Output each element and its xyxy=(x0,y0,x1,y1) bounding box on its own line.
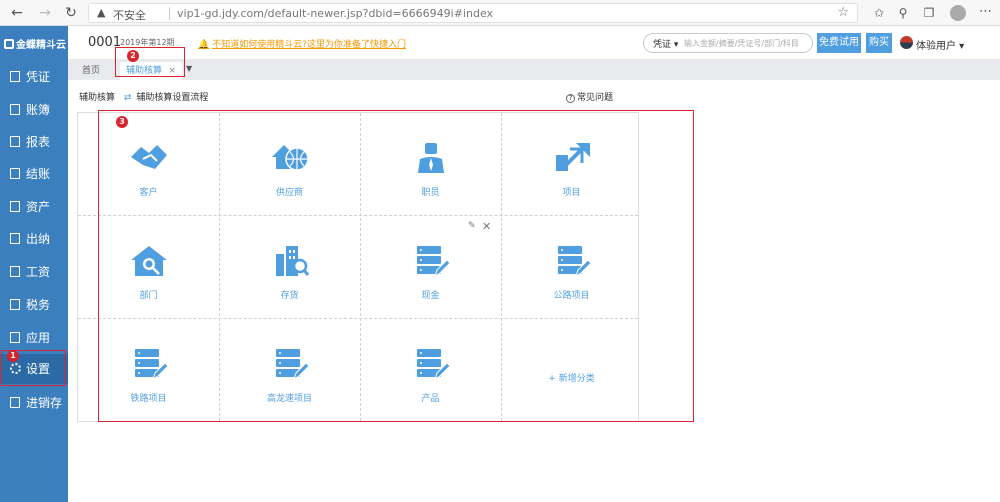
inventory-icon xyxy=(10,397,20,408)
warning-icon: ▲ xyxy=(97,6,106,19)
flowchart-icon: ⇄ xyxy=(123,93,132,103)
voucher-icon xyxy=(10,71,20,82)
annotation-box-tab xyxy=(115,47,185,77)
setup-process-link[interactable]: 辅助核算设置流程 xyxy=(136,93,208,103)
bell-icon: 🔔 xyxy=(198,40,210,50)
extensions-icon[interactable]: ⚲ xyxy=(894,4,912,22)
report-icon xyxy=(10,136,20,147)
forward-icon[interactable]: → xyxy=(36,4,54,22)
search-scope-select[interactable]: 凭证 ▾ xyxy=(653,37,678,50)
browser-toolbar: ← → ↻ ▲ 不安全 vip1-gd.jdy.com/default-newe… xyxy=(0,0,1000,26)
sidebar-item-voucher[interactable]: 凭证 xyxy=(0,62,68,92)
sidebar-item-cashier[interactable]: 出纳 xyxy=(0,224,68,254)
faq-label: 常见问题 xyxy=(577,93,614,103)
sidebar-item-label: 进销存 xyxy=(26,396,63,410)
annotation-box-grid xyxy=(98,110,694,422)
sidebar-item-label: 出纳 xyxy=(26,232,51,246)
page-subheader: 辅助核算 ⇄ 辅助核算设置流程 xyxy=(79,90,208,103)
app-logo: 金蝶精斗云 xyxy=(4,36,66,51)
insecure-label: 不安全 xyxy=(113,9,146,22)
user-avatar[interactable] xyxy=(900,36,913,49)
url-text[interactable]: vip1-gd.jdy.com/default-newer.jsp?dbid=6… xyxy=(177,7,493,20)
sidebar-item-label: 报表 xyxy=(26,135,51,149)
user-menu[interactable]: 体验用户 ▾ xyxy=(916,37,964,52)
tax-icon xyxy=(10,299,20,310)
sidebar-item-closing[interactable]: 结账 xyxy=(0,159,68,189)
notice-text: 不知道如何使用精斗云?这里为你准备了快捷入门 xyxy=(212,40,406,50)
payroll-icon xyxy=(10,266,20,277)
sidebar-item-tax[interactable]: 税务 xyxy=(0,290,68,320)
top-header: 0001 2019年第12期 🔔 不知道如何使用精斗云?这里为你准备了快捷入门 凭… xyxy=(68,26,1000,60)
onboarding-notice-link[interactable]: 🔔 不知道如何使用精斗云?这里为你准备了快捷入门 xyxy=(198,37,406,50)
question-icon: ? xyxy=(566,94,575,103)
annotation-badge-3: 3 xyxy=(116,116,128,128)
profile-avatar[interactable] xyxy=(950,5,966,21)
sidebar-item-label: 工资 xyxy=(26,265,51,279)
sidebar-item-label: 结账 xyxy=(26,167,51,181)
sidebar-item-ledger[interactable]: 账簿 xyxy=(0,95,68,125)
sidebar: 金蝶精斗云 凭证 账簿 报表 结账 资产 出纳 工资 税务 应用 设置 进销存 xyxy=(0,26,68,502)
closing-icon xyxy=(10,168,20,179)
sidebar-item-label: 凭证 xyxy=(26,70,51,84)
search-box[interactable]: 凭证 ▾ 输入金额/摘要/凭证号/部门/科目 xyxy=(643,33,813,53)
address-bar[interactable]: ▲ 不安全 vip1-gd.jdy.com/default-newer.jsp?… xyxy=(88,3,858,23)
sidebar-item-label: 税务 xyxy=(26,298,51,312)
sidebar-item-label: 应用 xyxy=(26,331,51,345)
user-name: 体验用户 xyxy=(916,41,956,52)
collections-icon[interactable]: ❐ xyxy=(920,4,938,22)
sidebar-item-payroll[interactable]: 工资 xyxy=(0,257,68,287)
sidebar-item-label: 资产 xyxy=(26,200,51,214)
buy-button[interactable]: 购买 xyxy=(866,33,892,53)
assets-icon xyxy=(10,201,20,212)
back-icon[interactable]: ← xyxy=(8,4,26,22)
annotation-badge-1: 1 xyxy=(7,350,19,362)
search-scope-label: 凭证 xyxy=(653,40,672,50)
sidebar-item-apps[interactable]: 应用 xyxy=(0,323,68,353)
sidebar-item-reports[interactable]: 报表 xyxy=(0,127,68,157)
bookmark-star-icon[interactable]: ☆ xyxy=(837,5,849,20)
favorites-icon[interactable]: ✩ xyxy=(870,4,888,22)
faq-link[interactable]: ? 常见问题 xyxy=(566,90,613,103)
ledger-icon xyxy=(10,104,20,115)
sidebar-item-assets[interactable]: 资产 xyxy=(0,192,68,222)
tab-bar: 首页 辅助核算 × ▼ xyxy=(68,60,1000,80)
divider xyxy=(169,7,170,20)
tab-more-dropdown[interactable]: ▼ xyxy=(186,64,192,73)
page-title: 辅助核算 xyxy=(79,93,116,103)
logo-text: 金蝶精斗云 xyxy=(16,40,66,51)
cashier-icon xyxy=(10,233,20,244)
reload-icon[interactable]: ↻ xyxy=(62,4,80,22)
free-trial-button[interactable]: 免费试用 xyxy=(817,33,861,53)
logo-icon xyxy=(4,39,14,49)
sidebar-item-label: 账簿 xyxy=(26,103,51,117)
apps-icon xyxy=(10,332,20,343)
tab-home[interactable]: 首页 xyxy=(76,63,106,79)
more-menu-icon[interactable]: ⋯ xyxy=(979,4,992,19)
annotation-badge-2: 2 xyxy=(127,50,139,62)
sidebar-item-inventory[interactable]: 进销存 xyxy=(0,388,68,418)
search-input[interactable]: 输入金额/摘要/凭证号/部门/科目 xyxy=(684,38,799,49)
